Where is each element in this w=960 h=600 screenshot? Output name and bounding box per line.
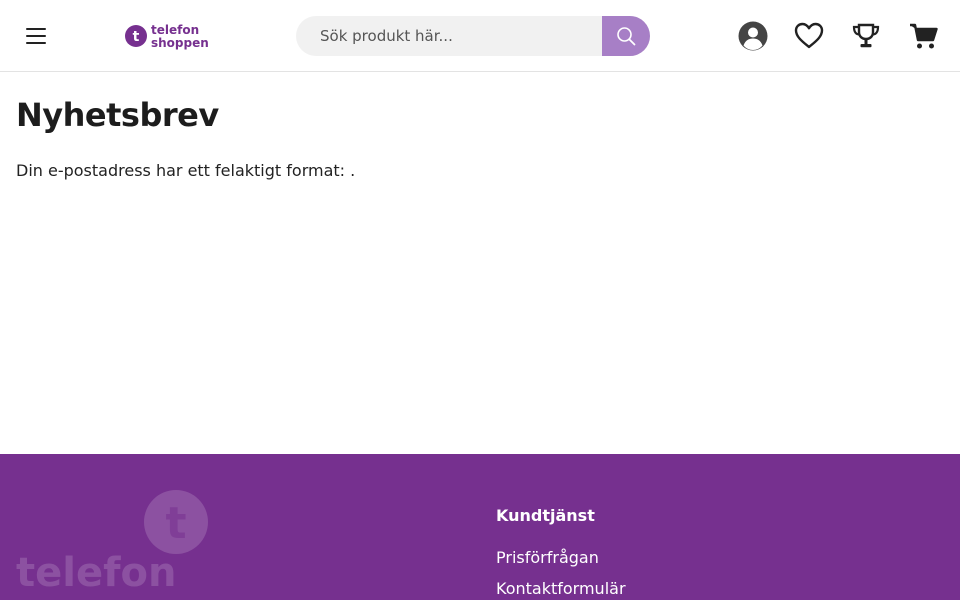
- user-account-icon[interactable]: [737, 20, 769, 52]
- search-input[interactable]: [296, 16, 602, 56]
- svg-text:t: t: [165, 498, 186, 549]
- telefonshoppen-logo[interactable]: t telefon shoppen: [124, 22, 214, 50]
- heart-icon[interactable]: [793, 20, 825, 52]
- footer-link-item: Prisförfrågan: [496, 546, 626, 577]
- footer-link-contact-form[interactable]: Kontaktformulär: [496, 579, 626, 598]
- page-title: Nyhetsbrev: [16, 96, 219, 134]
- footer-watermark-logo: t telefon: [16, 490, 208, 596]
- footer-logo-text: telefon: [16, 550, 176, 596]
- logo-line1: telefon: [151, 23, 199, 37]
- logo-line2: shoppen: [151, 36, 209, 50]
- logo-mark: t: [133, 29, 140, 45]
- site-header: t telefon shoppen: [0, 0, 960, 72]
- hamburger-menu-icon[interactable]: [26, 27, 46, 45]
- footer-heading-customer-service: Kundtjänst: [496, 506, 595, 525]
- search-bar: [296, 16, 650, 56]
- trophy-icon[interactable]: [850, 20, 882, 52]
- footer-link-item: Kontaktformulär: [496, 577, 626, 600]
- error-message: Din e-postadress har ett felaktigt forma…: [16, 161, 356, 180]
- search-button[interactable]: [602, 16, 650, 56]
- footer-links: Prisförfrågan Kontaktformulär: [496, 546, 626, 600]
- shopping-cart-icon[interactable]: [908, 20, 940, 52]
- site-footer: t telefon Kundtjänst Prisförfrågan Konta…: [0, 454, 960, 600]
- footer-link-price-request[interactable]: Prisförfrågan: [496, 548, 599, 567]
- search-icon: [617, 27, 636, 46]
